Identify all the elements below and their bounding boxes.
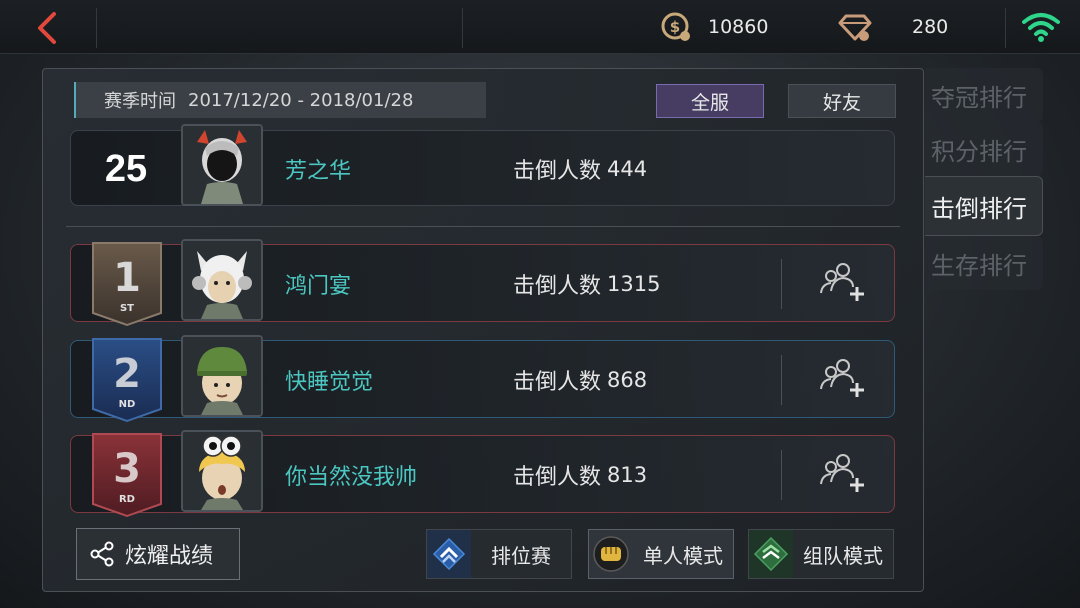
kill-count: 击倒人数 813 [513,436,647,514]
tab-points-ranking[interactable]: 积分排行 [925,122,1043,176]
mode-label: 排位赛 [491,543,551,568]
squad-mode-button[interactable]: 组队模式 [748,529,894,579]
add-friend-button[interactable] [819,452,867,496]
mode-label: 组队模式 [803,543,883,568]
chevron-left-icon [38,12,56,44]
rank-suffix: RD [119,494,135,505]
filter-label: 全服 [690,91,729,114]
rank-badge: 3 RD [92,433,162,518]
kill-value: 813 [607,463,648,487]
avatar[interactable] [181,124,263,206]
leaderboard-row: 1 ST 鸿门宴 击倒人数 1315 [70,239,895,327]
filter-friends-button[interactable]: 好友 [788,84,896,118]
kill-label: 击倒人数 [513,370,602,395]
divider [781,355,782,405]
share-label: 炫耀战绩 [125,544,214,569]
avatar[interactable] [181,335,263,417]
coin-icon: $ [661,12,690,41]
filter-label: 好友 [822,91,861,114]
share-icon [90,541,114,567]
player-name: 快睡觉觉 [285,370,374,395]
rank-suffix: ND [119,399,136,410]
player-name: 芳之华 [285,159,352,184]
tab-knockdown-ranking[interactable]: 击倒排行 [925,176,1043,236]
wifi-icon [1020,10,1062,44]
tab-champion-ranking[interactable]: 夺冠排行 [925,68,1043,122]
rank-suffix: ST [120,303,134,314]
divider [66,226,900,227]
add-friend-button[interactable] [819,261,867,305]
coin-balance: $ 10860 [660,10,768,44]
kill-label: 击倒人数 [513,465,602,490]
add-friend-button[interactable] [819,357,867,401]
gem-value: 280 [912,16,949,38]
kill-count: 击倒人数 868 [513,341,647,419]
solo-mode-button[interactable]: 单人模式 [588,529,734,579]
filter-all-server-button[interactable]: 全服 [656,84,764,118]
divider [781,450,782,500]
rank-number: 3 [113,446,141,492]
tab-label: 生存排行 [931,251,1027,280]
kill-label: 击倒人数 [513,274,602,299]
avatar[interactable] [181,430,263,512]
add-friend-icon [820,359,864,397]
add-friend-icon [820,263,864,301]
rank-badge: 1 ST [92,242,162,327]
kill-count: 击倒人数 1315 [513,245,660,323]
season-range: 2017/12/20 - 2018/01/28 [188,89,414,111]
leaderboard-row: 3 RD 你当然没我帅 击倒人数 813 [70,430,895,518]
ranked-icon [427,530,471,578]
leaderboard-row: 2 ND 快睡觉觉 击倒人数 868 [70,335,895,423]
kill-value: 444 [607,157,648,181]
tab-label: 击倒排行 [931,194,1027,223]
back-button[interactable] [28,8,72,48]
mode-label: 单人模式 [643,543,723,568]
divider [96,8,97,48]
ranked-mode-button[interactable]: 排位赛 [426,529,572,579]
season-time: 赛季时间 2017/12/20 - 2018/01/28 [74,82,486,118]
kill-value: 868 [607,368,648,392]
my-rank-number: 25 [104,147,148,190]
share-record-button[interactable]: 炫耀战绩 [76,528,240,580]
tab-label: 夺冠排行 [931,83,1027,112]
add-friend-icon [820,454,864,492]
top-bar: $ 10860 280 [0,0,1080,54]
player-name: 你当然没我帅 [285,465,418,490]
rank-badge: 2 ND [92,338,162,423]
avatar[interactable] [181,239,263,321]
fist-icon [589,530,633,578]
svg-text:$: $ [670,18,680,36]
tab-survival-ranking[interactable]: 生存排行 [925,236,1043,290]
divider [462,8,463,48]
divider [1005,8,1006,48]
coin-value: 10860 [708,16,769,38]
tab-label: 积分排行 [931,137,1027,166]
squad-icon [749,530,793,578]
kill-label: 击倒人数 [513,159,602,184]
divider [781,259,782,309]
my-rank-row: 25 芳之华 击倒人数 444 [70,124,895,207]
diamond-icon [838,14,872,41]
kill-count: 击倒人数 444 [513,131,647,207]
player-name: 鸿门宴 [285,274,352,299]
gem-balance: 280 [838,10,948,44]
season-label: 赛季时间 [104,91,176,112]
kill-value: 1315 [607,272,661,296]
rank-number: 1 [113,255,141,301]
rank-number: 2 [113,351,141,397]
